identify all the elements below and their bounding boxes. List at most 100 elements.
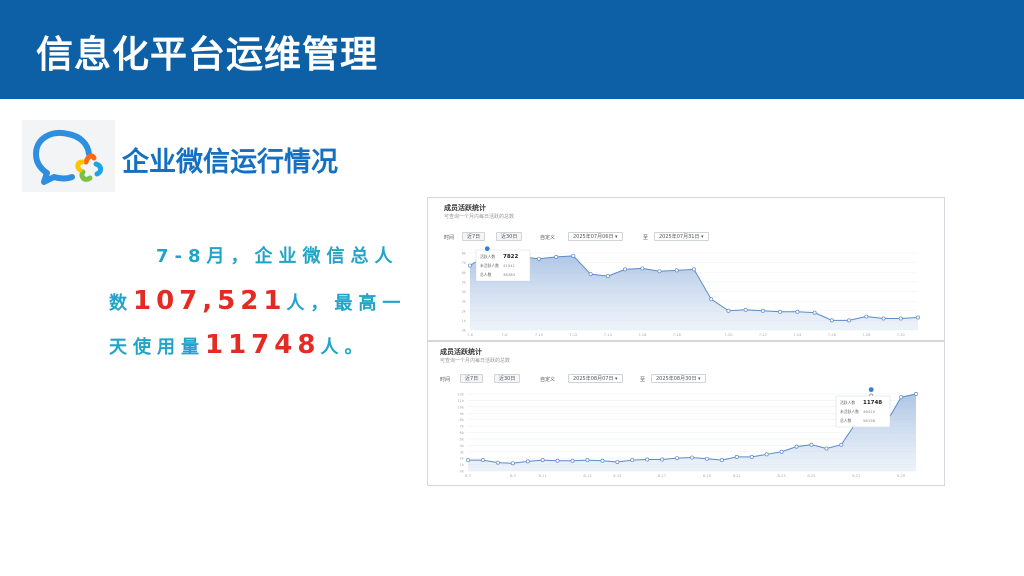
july-activity-panel: 成员活跃统计 可查询一个月内每日活跃的总数 时间 近7日 近30日 自定义 20… <box>427 197 945 341</box>
summary-prefix: 数 <box>109 293 133 314</box>
hover-marker <box>868 387 874 393</box>
header-bar: 信息化平台运维管理 <box>0 0 1024 99</box>
data-point <box>570 458 575 463</box>
start-date-select[interactable]: 2025年08月07日 ▾ <box>568 374 623 383</box>
y-tick-label: 0k <box>462 329 467 333</box>
tooltip-label: 活跃人数 <box>840 400 855 405</box>
x-tick-label: 8-17 <box>658 474 666 478</box>
x-tick-label: 8-11 <box>539 474 547 478</box>
y-tick-label: 9k <box>460 412 465 416</box>
y-tick-label: 8k <box>460 418 465 422</box>
start-date-value: 2025年08月07日 <box>573 376 614 382</box>
x-tick-label: 7-20 <box>724 333 733 337</box>
time-label: 时间 <box>444 235 455 241</box>
start-date-value: 2025年07月06日 <box>573 234 614 240</box>
data-point <box>660 457 665 462</box>
y-tick-label: 11k <box>457 399 465 403</box>
end-date-value: 2025年08月30日 <box>656 376 697 382</box>
x-tick-label: 7-10 <box>535 333 544 337</box>
x-tick-label: 7-22 <box>759 333 767 337</box>
x-tick-label: 8-7 <box>465 474 471 478</box>
end-date-select[interactable]: 2025年07月31日 ▾ <box>654 232 709 241</box>
last-30-days-button[interactable]: 近30日 <box>496 232 523 241</box>
x-tick-label: 7-8 <box>502 333 509 337</box>
tooltip-label: 未活跃人数 <box>480 263 499 268</box>
wecom-logo-icon <box>33 130 104 185</box>
panel-subtitle: 可查询一个月内每日活跃的总数 <box>440 358 511 364</box>
data-point <box>466 458 470 463</box>
data-point <box>914 392 918 396</box>
x-tick-label: 7-14 <box>604 333 613 337</box>
x-tick-label: 8-21 <box>733 474 741 478</box>
data-point <box>510 461 515 466</box>
x-tick-label: 7-16 <box>638 333 647 337</box>
page-title: 信息化平台运维管理 <box>36 33 378 76</box>
tooltip: 活跃人数 11748 未活跃人数 46410 总人数 58158 <box>835 395 891 428</box>
data-point <box>554 254 559 259</box>
data-point <box>864 314 869 319</box>
data-point <box>468 263 472 268</box>
data-point <box>657 269 662 274</box>
x-tick-label: 7-30 <box>897 333 906 337</box>
panel-title: 成员活跃统计 <box>440 348 482 356</box>
summary-line-1: 7-8月，企业微信总人 <box>156 246 399 267</box>
summary-prefix-2: 天使用量 <box>109 337 205 358</box>
data-point <box>623 267 628 272</box>
last-7-days-button[interactable]: 近7日 <box>460 374 484 383</box>
data-point <box>734 454 739 459</box>
summary-suffix-2: 人。 <box>320 337 369 358</box>
tooltip-label: 未活跃人数 <box>840 409 859 414</box>
summary-suffix: 人，最高一 <box>286 293 407 314</box>
data-point <box>898 316 903 321</box>
data-point <box>690 455 694 460</box>
data-point <box>824 446 829 451</box>
y-tick-label: 1k <box>460 463 465 467</box>
x-tick-label: 7-12 <box>569 333 577 337</box>
data-point <box>480 458 485 463</box>
august-activity-chart: 0k 1k 2k 3k 4k 5k 6k 7k 8k 9k 10k 11k 12k 8-7 8-9 8-11 8… <box>457 387 918 478</box>
x-tick-label: 7-26 <box>828 333 837 337</box>
data-point <box>916 315 920 320</box>
last-7-days-button[interactable]: 近7日 <box>462 232 486 241</box>
summary-line-3: 天使用量11748人。 <box>109 330 368 360</box>
x-tick-label: 8-19 <box>703 474 712 478</box>
time-label: 时间 <box>440 377 451 383</box>
y-tick-label: 3k <box>460 450 465 454</box>
data-point <box>778 309 783 314</box>
x-tick-label: 7-24 <box>793 333 802 337</box>
data-point <box>795 309 800 314</box>
data-point <box>847 318 852 323</box>
x-tick-label: 8-23 <box>778 474 786 478</box>
end-date-select[interactable]: 2025年08月30日 ▾ <box>651 374 706 383</box>
data-point <box>692 267 696 272</box>
data-point <box>760 308 765 313</box>
data-point <box>555 458 560 463</box>
data-point <box>630 458 635 463</box>
start-date-select[interactable]: 2025年07月06日 ▾ <box>568 232 623 241</box>
data-point <box>749 454 754 459</box>
tooltip-label: 活跃人数 <box>480 254 495 259</box>
last-30-days-button[interactable]: 近30日 <box>494 374 521 383</box>
y-tick-label: 2k <box>460 457 465 461</box>
tooltip-value: 11748 <box>863 400 882 406</box>
x-tick-label: 8-27 <box>852 474 860 478</box>
data-point <box>536 256 541 261</box>
data-point <box>675 456 680 461</box>
custom-label: 自定义 <box>540 377 556 383</box>
x-tick-label: 7-18 <box>673 333 682 337</box>
to-label: 至 <box>640 377 646 383</box>
tooltip: 活跃人数 7822 未活跃人数 41541 总人数 38383 <box>475 249 531 282</box>
y-tick-label: 8k <box>462 252 467 256</box>
data-point <box>899 395 904 400</box>
data-point <box>881 316 886 321</box>
data-point <box>809 442 814 447</box>
end-date-value: 2025年07月31日 <box>659 234 700 240</box>
total-users-value: 107,521 <box>133 286 287 316</box>
y-tick-label: 2k <box>462 309 467 313</box>
y-tick-label: 4k <box>460 444 465 448</box>
data-point <box>525 459 530 464</box>
section-title: 企业微信运行情况 <box>122 147 338 178</box>
tooltip-label: 总人数 <box>480 272 492 277</box>
x-tick-label: 7-6 <box>467 333 474 337</box>
series-area <box>470 253 918 330</box>
